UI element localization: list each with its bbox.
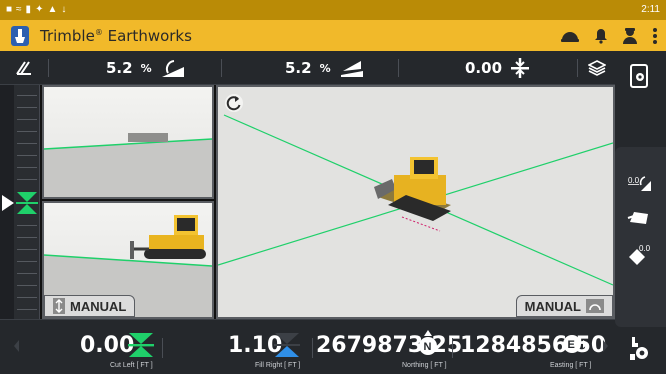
right-rail: 0.0 0.0 (615, 51, 666, 374)
rotate-button[interactable]: 0.0 (621, 237, 657, 271)
scroll-right-icon[interactable] (603, 340, 608, 352)
grade-tick (17, 95, 37, 96)
cut-left-value: 0.00 (80, 333, 135, 358)
download-icon: ↓ (61, 4, 67, 15)
bottom-readout-bar: 0.00 Cut Left [ FT ] 1.10 Fill Right [ F… (0, 319, 615, 374)
operator-icon[interactable] (622, 27, 638, 45)
info-divider (48, 59, 49, 77)
app-logo (0, 20, 40, 51)
offset-icon: 0.0 (628, 176, 651, 191)
grade-tick (17, 249, 37, 250)
blade-button[interactable] (621, 201, 657, 235)
info-divider (398, 59, 399, 77)
side-view-bottom[interactable]: MANUAL (42, 201, 214, 319)
east-compass-icon: E (563, 335, 589, 353)
svg-text:E: E (568, 339, 575, 351)
signal-icon: ≈ (16, 4, 22, 15)
reset-view-icon[interactable] (224, 93, 244, 113)
info-divider (221, 59, 222, 77)
svg-text:0.0: 0.0 (628, 176, 640, 185)
svg-text:N: N (424, 341, 432, 353)
battery-icon: ▮ (25, 4, 32, 15)
machine-settings-button[interactable] (621, 59, 657, 93)
northing-readout: 2679873.25 N Northing [ FT ] (314, 320, 462, 374)
main-slope-icon (340, 61, 363, 77)
machine-gear-icon (630, 337, 648, 360)
status-icons: ■ ≈ ▮ ✦ ▲ ↓ (6, 5, 66, 15)
grade-tick (17, 107, 37, 108)
scroll-left-icon[interactable] (14, 340, 19, 352)
info-bar: 5.2% 5.2% 0.00 (0, 51, 615, 85)
status-bar: ■ ≈ ▮ ✦ ▲ ↓ 2:11 (0, 0, 666, 20)
rotate-icon: 0.0 (629, 244, 651, 265)
more-menu-icon[interactable] (652, 27, 658, 45)
view-toggle-icon[interactable] (15, 60, 33, 76)
offset-button[interactable]: 0.0 (621, 165, 657, 199)
main-3d-view[interactable]: MANUAL (216, 85, 615, 319)
grade-indicator-bar (2, 85, 40, 319)
status-time: 2:11 (641, 4, 660, 15)
elevation-offset-icon (511, 58, 530, 78)
readout-divider (452, 338, 453, 358)
northing-label: Northing [ FT ] (402, 362, 447, 369)
bell-icon[interactable] (594, 28, 608, 44)
left-mode-tag[interactable]: MANUAL (44, 295, 136, 317)
grade-tick (17, 179, 37, 180)
grade-tick (17, 119, 37, 120)
fill-right-readout: 1.10 Fill Right [ FT ] (220, 320, 310, 374)
grade-tick (17, 309, 37, 310)
easting-readout: 1284856.50 E Easting [ FT ] (460, 320, 606, 374)
layers-icon[interactable] (588, 60, 606, 76)
cut-left-label: Cut Left [ FT ] (110, 362, 153, 369)
on-grade-indicator-icon (16, 192, 38, 214)
grade-tick (17, 225, 37, 226)
location-icon: ✦ (35, 4, 44, 15)
grade-tick (17, 297, 37, 298)
grade-tick (17, 273, 37, 274)
fill-right-label: Fill Right [ FT ] (255, 362, 301, 369)
grade-tick (17, 143, 37, 144)
app-title: Trimble® Earthworks (40, 26, 192, 45)
right-mode-tag[interactable]: MANUAL (515, 295, 613, 317)
svg-text:0.0: 0.0 (639, 244, 651, 253)
info-divider (577, 59, 578, 77)
dozer-side-icon (130, 215, 206, 259)
app-bar: Trimble® Earthworks (0, 20, 666, 51)
cross-slope-readout: 5.2% (106, 51, 186, 85)
grade-tick (17, 155, 37, 156)
views-area: MANUAL MANUAL (40, 85, 615, 319)
grade-tick (17, 237, 37, 238)
profile-view-top[interactable] (42, 85, 214, 199)
cut-left-readout: 0.00 Cut Left [ FT ] (60, 320, 170, 374)
system-settings-button[interactable] (621, 331, 657, 365)
elevation-offset-readout: 0.00 (465, 51, 530, 85)
warning-icon: ▲ (47, 4, 58, 15)
app-actions (560, 20, 658, 51)
northing-value: 2679873.25 (316, 333, 463, 358)
blade-rotate-icon (586, 299, 604, 313)
profile-scene (44, 133, 212, 197)
grade-tick (17, 131, 37, 132)
helmet-icon[interactable] (560, 29, 580, 43)
grade-tick (17, 261, 37, 262)
grade-tick (17, 167, 37, 168)
cross-slope-icon (161, 60, 184, 77)
window-icon: ■ (6, 4, 13, 15)
grade-tick (17, 285, 37, 286)
readout-divider (312, 338, 313, 358)
blade-icon (627, 212, 648, 224)
cut-on-grade-icon (128, 333, 154, 357)
tablet-settings-icon (630, 64, 648, 88)
main-slope-readout: 5.2% (285, 51, 365, 85)
main-scene (218, 87, 613, 317)
vertical-move-icon (53, 298, 65, 314)
shovel-logo-icon (11, 25, 29, 46)
grade-pointer-icon (2, 195, 14, 211)
fill-indicator-icon (274, 333, 300, 357)
easting-label: Easting [ FT ] (550, 362, 592, 369)
north-compass-icon: N (419, 330, 437, 355)
readout-divider (162, 338, 163, 358)
